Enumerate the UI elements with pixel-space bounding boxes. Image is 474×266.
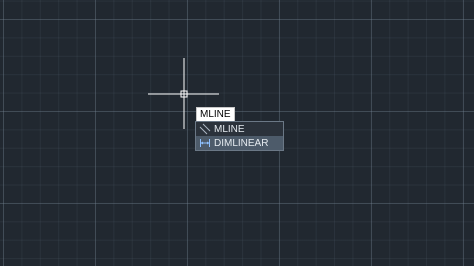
mline-icon	[198, 123, 212, 135]
autocomplete-item-mline[interactable]: MLINE	[196, 122, 283, 136]
autocomplete-item-label: MLINE	[214, 123, 245, 135]
autocomplete-item-label: DIMLINEAR	[214, 137, 269, 149]
autocomplete-item-dimlinear[interactable]: DIMLINEAR	[196, 136, 283, 150]
command-autocomplete-list: MLINE DIMLINEAR	[195, 121, 284, 151]
dimlinear-icon	[198, 137, 212, 149]
